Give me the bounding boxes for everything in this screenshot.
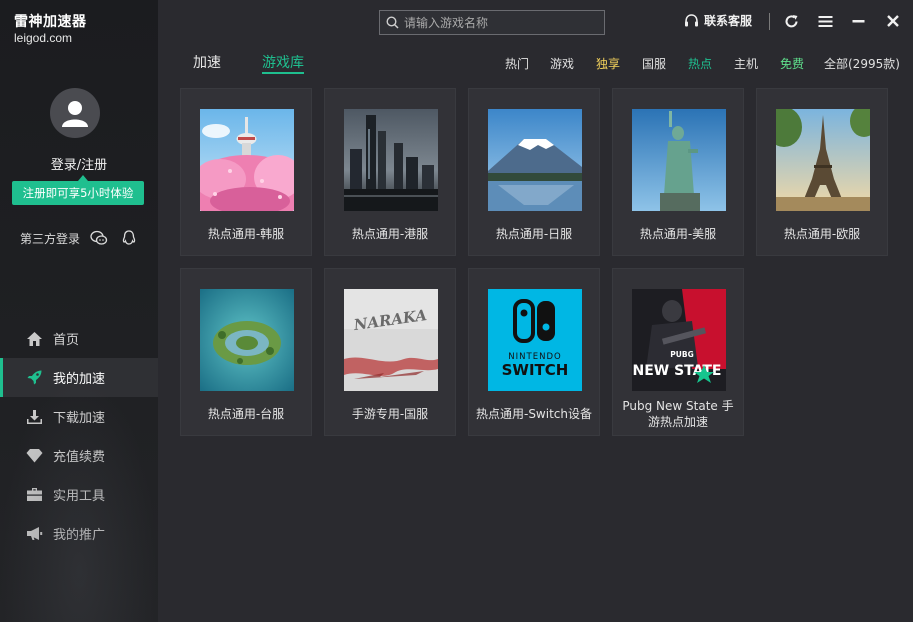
- megaphone-icon: [25, 525, 43, 543]
- game-card-pubg-new-state[interactable]: PUBG NEW STATE Pubg New State 手游热点加速: [612, 268, 744, 436]
- login-register-link[interactable]: 登录/注册: [0, 154, 158, 173]
- game-card-switch[interactable]: NINTENDO SWITCH 热点通用-Switch设备: [468, 268, 600, 436]
- search-box[interactable]: [379, 10, 605, 35]
- close-button[interactable]: [884, 12, 902, 30]
- game-card-tw[interactable]: 热点通用-台服: [180, 268, 312, 436]
- header-divider: [769, 13, 770, 30]
- sidebar-item-label: 我的推广: [53, 528, 106, 543]
- game-title: 热点通用-欧服: [783, 227, 861, 241]
- hamburger-menu-icon: [818, 15, 832, 27]
- refresh-button[interactable]: [782, 12, 800, 30]
- minimize-button[interactable]: [849, 12, 867, 30]
- sidebar-item-label: 实用工具: [53, 489, 106, 504]
- category-all[interactable]: 全部(2995款): [824, 55, 900, 72]
- game-title: 热点通用-台服: [207, 407, 285, 421]
- game-card-us[interactable]: 热点通用-美服: [612, 88, 744, 256]
- game-thumbnail: [200, 109, 294, 211]
- app-logo-domain: leigod.com: [14, 31, 73, 45]
- game-title: 热点通用-港服: [351, 227, 429, 241]
- game-thumbnail: [200, 289, 294, 391]
- refresh-icon: [785, 14, 797, 27]
- tab-game-library[interactable]: 游戏库: [262, 52, 304, 74]
- minimize-icon: [852, 19, 864, 22]
- game-title: 热点通用-Switch设备: [475, 407, 592, 421]
- sidebar-item-label: 下载加速: [53, 411, 106, 426]
- game-title: 热点通用-美服: [639, 227, 717, 241]
- trial-badge: 注册即可享5小时体验: [12, 175, 144, 205]
- game-title: 手游专用-国服: [351, 407, 429, 421]
- category-hotspot[interactable]: 热点: [688, 55, 712, 72]
- game-title: 热点通用-韩服: [207, 227, 285, 241]
- diamond-icon: [25, 447, 43, 465]
- user-icon: [62, 101, 88, 127]
- app-logo: 雷神加速器: [14, 14, 87, 30]
- game-thumbnail: NARAKA: [344, 289, 438, 391]
- category-free[interactable]: 免费: [780, 55, 804, 72]
- category-games[interactable]: 游戏: [550, 55, 574, 72]
- home-icon: [25, 330, 43, 348]
- game-title: Pubg New State 手游热点加速: [622, 399, 734, 429]
- category-console[interactable]: 主机: [734, 55, 758, 72]
- game-thumbnail: [344, 109, 438, 211]
- sidebar: 雷神加速器 leigod.com 登录/注册 注册即可享5小时体验 第三方登录 …: [0, 0, 158, 622]
- wechat-icon[interactable]: [90, 229, 108, 247]
- game-card-eu[interactable]: 热点通用-欧服: [756, 88, 888, 256]
- game-card-hk[interactable]: 热点通用-港服: [324, 88, 456, 256]
- sidebar-item-download-acceleration[interactable]: 下载加速: [0, 397, 158, 436]
- svg-text:PUBG: PUBG: [670, 350, 693, 359]
- customer-service-button[interactable]: 联系客服: [684, 12, 752, 29]
- game-thumbnail: NINTENDO SWITCH: [488, 289, 582, 391]
- game-card-naraka[interactable]: NARAKA 手游专用-国服: [324, 268, 456, 436]
- game-title: 热点通用-日服: [495, 227, 573, 241]
- sidebar-item-label: 首页: [53, 333, 80, 348]
- qq-icon[interactable]: [120, 229, 138, 247]
- sidebar-item-my-acceleration[interactable]: 我的加速: [0, 358, 158, 397]
- search-icon: [386, 16, 399, 29]
- search-input[interactable]: [404, 15, 594, 30]
- download-icon: [25, 408, 43, 426]
- game-thumbnail: [632, 109, 726, 211]
- sidebar-nav: 首页 我的加速 下载加速 充值续费 实用工具 我的推广: [0, 319, 158, 553]
- third-party-login-label: 第三方登录: [20, 232, 81, 246]
- game-thumbnail: PUBG NEW STATE: [632, 289, 726, 391]
- game-thumbnail: [776, 109, 870, 211]
- rocket-icon: [25, 369, 43, 387]
- sidebar-item-recharge[interactable]: 充值续费: [0, 436, 158, 475]
- game-card-jp[interactable]: 热点通用-日服: [468, 88, 600, 256]
- avatar[interactable]: [50, 88, 100, 138]
- customer-service-label: 联系客服: [704, 14, 753, 28]
- sidebar-item-label: 充值续费: [53, 450, 106, 465]
- sidebar-item-label: 我的加速: [53, 372, 106, 387]
- category-exclusive[interactable]: 独享: [596, 55, 620, 72]
- menu-button[interactable]: [816, 12, 834, 30]
- main-panel: 联系客服 加速 游戏库 热门 游戏 独享 国服 热点 主机 免费 全部(2995…: [158, 0, 913, 622]
- close-icon: [887, 15, 899, 27]
- category-cn-server[interactable]: 国服: [642, 55, 666, 72]
- category-hot[interactable]: 热门: [505, 55, 529, 72]
- sidebar-item-home[interactable]: 首页: [0, 319, 158, 358]
- toolbox-icon: [25, 486, 43, 504]
- tab-acceleration[interactable]: 加速: [193, 52, 221, 72]
- game-card-kr[interactable]: 热点通用-韩服: [180, 88, 312, 256]
- sidebar-item-promotion[interactable]: 我的推广: [0, 514, 158, 553]
- sidebar-item-tools[interactable]: 实用工具: [0, 475, 158, 514]
- svg-text:SWITCH: SWITCH: [502, 361, 569, 379]
- game-thumbnail: [488, 109, 582, 211]
- headset-icon: [685, 13, 698, 26]
